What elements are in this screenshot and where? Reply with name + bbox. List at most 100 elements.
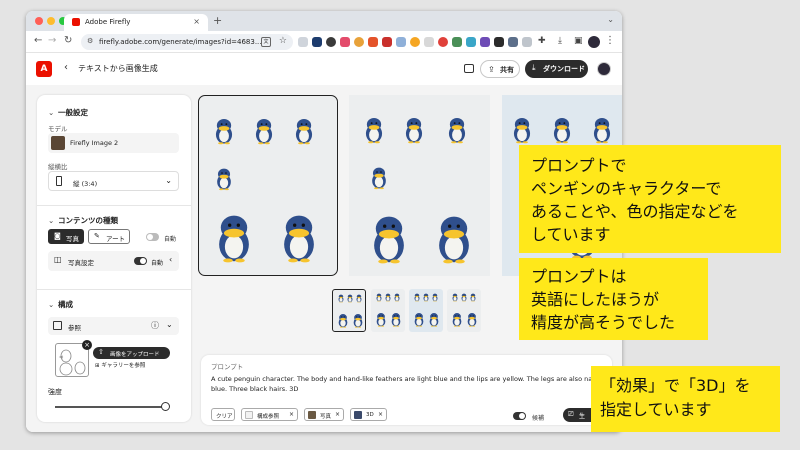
aspect-ratio-dropdown[interactable]: 縦 (3:4) ⌄ [48,171,179,191]
thumbnail-4[interactable] [447,289,481,332]
penguin-eye [394,315,396,317]
gallery-label: ギャラリーを参照 [101,363,146,369]
prompt-input[interactable]: A cute penguin character. The body and h… [211,374,607,394]
share-button[interactable]: ⇪ 共有 [480,60,520,78]
extension-icon[interactable] [494,37,504,47]
extension-icon[interactable] [480,37,490,47]
extension-icon[interactable] [452,37,462,47]
close-tab-icon[interactable]: × [193,17,200,26]
photo-settings-toggle[interactable] [134,257,147,265]
remove-chip-icon[interactable]: × [378,411,383,418]
extension-icon[interactable] [466,37,476,47]
remove-reference-icon[interactable]: × [82,340,92,350]
extension-icon[interactable] [354,37,364,47]
address-bar[interactable]: ⚙ firefly.adobe.com/generate/images?id=4… [81,34,293,50]
tab-list-chevron-icon[interactable]: ⌄ [607,15,614,24]
penguin-eye [359,295,360,297]
browse-gallery-button[interactable]: ⊞ ギャラリーを参照 [95,361,145,369]
effect-chip-3d[interactable]: 3D × [350,408,387,421]
penguin-belly [393,318,399,326]
upload-image-button[interactable]: ⇧ 画像をアップロード [93,347,170,359]
extension-icon[interactable] [368,37,378,47]
penguin-figure [593,117,611,144]
penguin-foot [468,325,472,327]
model-label: モデル [48,125,68,133]
tab-bar: Adobe Firefly × + ⌄ [26,11,622,31]
thumbnail-2[interactable] [371,289,405,332]
comment-icon[interactable] [464,64,474,73]
content-type-header[interactable]: ⌄ コンテンツの種類 [48,215,118,226]
generated-image-2[interactable] [349,95,490,276]
reference-row[interactable]: 参照 ⓘ ⌄ [48,317,179,335]
penguin-belly [431,318,437,326]
extensions-puzzle-icon[interactable]: ✚ [538,36,546,46]
photo-settings-row[interactable]: ◫ 写真設定 自動 ‹ [48,251,179,271]
extension-icon[interactable] [298,37,308,47]
translate-icon[interactable]: 文 [261,37,271,47]
site-info-icon[interactable]: ⚙ [87,37,93,45]
extension-icon[interactable] [326,37,336,47]
penguin-figure [338,314,348,328]
extension-icon[interactable] [396,37,406,47]
extension-icon[interactable] [340,37,350,47]
info-icon[interactable]: ⓘ [151,320,159,331]
clear-button[interactable]: クリア [211,408,235,421]
generate-icon: ⎚ [568,410,574,418]
penguin-eye [387,294,388,296]
variation-toggle[interactable] [513,412,526,420]
download-button[interactable]: ⤓ ダウンロード [525,60,588,78]
extension-icon[interactable] [312,37,322,47]
bookmark-star-icon[interactable]: ☆ [279,36,287,46]
extension-icon[interactable] [508,37,518,47]
penguin-foot [426,300,428,302]
profile-avatar[interactable] [588,36,600,48]
annotation-line: プロンプトは [531,267,627,286]
model-selector[interactable]: Firefly Image 2 [48,133,179,153]
reload-icon[interactable]: ↻ [64,35,72,46]
penguin-figure [376,293,382,302]
strength-slider-track[interactable] [55,406,165,408]
extension-icon[interactable] [410,37,420,47]
browser-menu-icon[interactable]: ⋮ [605,35,615,46]
download-icon[interactable]: ⤓ [558,36,562,46]
close-window-button[interactable] [35,17,43,25]
composition-header[interactable]: ⌄ 構成 [48,299,73,310]
auto-toggle[interactable] [146,233,159,241]
thumbnail-1[interactable] [332,289,366,332]
penguin-foot [348,301,350,303]
back-chevron-icon[interactable]: ‹ [64,62,68,73]
effect-chip-photo[interactable]: 写真 × [304,408,344,421]
penguin-thumbnail [376,293,401,327]
content-type-photo-button[interactable]: ◙ 写真 [48,229,84,244]
penguin-foot [368,141,374,144]
strength-slider-handle[interactable] [161,402,170,411]
remove-chip-icon[interactable]: × [289,411,294,418]
reference-image-thumbnail[interactable]: × [55,340,92,377]
remove-chip-icon[interactable]: × [335,411,340,418]
penguin-foot [516,141,522,144]
annotation-line: プロンプトで [531,156,627,175]
browser-tab[interactable]: Adobe Firefly × [64,14,208,31]
new-tab-button[interactable]: + [213,14,222,27]
thumbnail-3[interactable] [409,289,443,332]
minimize-window-button[interactable] [47,17,55,25]
generated-image-1[interactable] [198,95,338,276]
effect-chip-composition[interactable]: 構成参照 × [241,408,298,421]
extension-icon[interactable] [424,37,434,47]
back-arrow-icon[interactable]: ← [34,35,42,46]
penguin-foot [562,141,568,144]
penguin-foot [343,326,347,328]
user-avatar[interactable] [597,62,611,76]
chevron-down-icon[interactable]: ⌄ [166,320,173,329]
forward-arrow-icon[interactable]: → [48,35,56,46]
extension-icon[interactable] [522,37,532,47]
penguin-figure [374,216,404,264]
content-type-art-button[interactable]: ✎ アート [88,229,130,244]
extension-icon[interactable] [438,37,448,47]
extension-icon[interactable] [382,37,392,47]
penguin-belly [379,236,399,260]
adobe-logo-icon[interactable]: A [36,61,52,77]
side-panel-icon[interactable]: ▣ [574,36,583,46]
generate-button[interactable]: ⎚ 生 [563,408,593,422]
general-settings-header[interactable]: ⌄ 一般設定 [48,107,88,118]
